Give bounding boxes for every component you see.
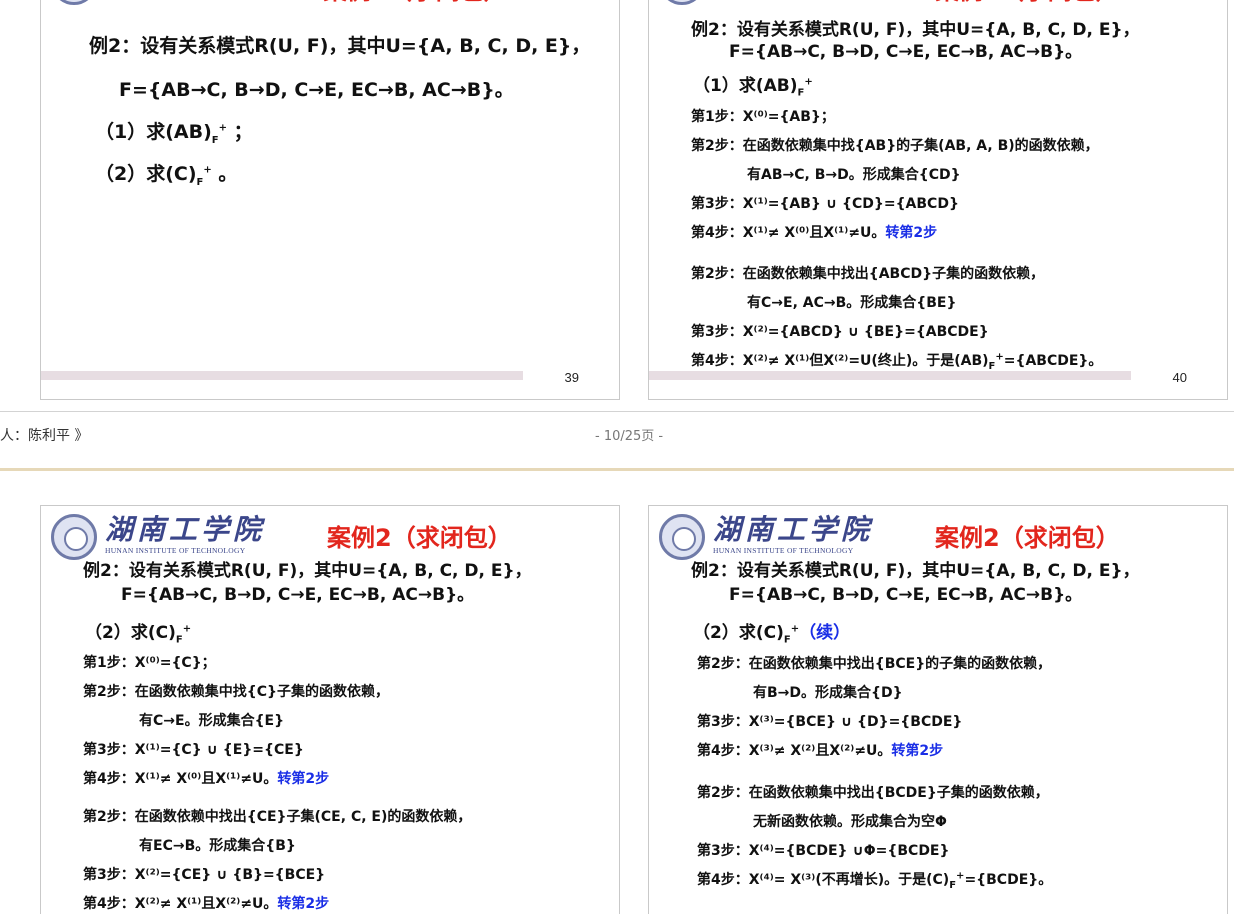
school-seal-icon [659, 514, 705, 560]
school-logo: 湖南工学院 HUNAN INSTITUTE OF TECHNOLOGY [51, 514, 265, 560]
step-line: 第2步：在函数依赖集中找出{BCDE}子集的函数依赖， [697, 785, 1049, 801]
step-line: 第1步：X⁽⁰⁾={AB}； [691, 109, 835, 125]
step-line: 有C→E。形成集合{E} [139, 713, 285, 729]
school-logo: 湖南工学院 HUNAN INSTITUTE OF TECHNOLOGY [659, 0, 873, 5]
step-line: 第2步：在函数依赖集中找出{ABCD}子集的函数依赖， [691, 266, 1045, 282]
page-indicator: - 10/25页 - [595, 429, 664, 444]
case-title: 案例2（求闭包） [935, 0, 1120, 6]
slide-40: 湖南工学院 HUNAN INSTITUTE OF TECHNOLOGY 案例2（… [648, 0, 1228, 400]
step-line: 第4步：X⁽⁴⁾= X⁽³⁾(不再增长)。于是(C)F+={BCDE}。 [697, 870, 1053, 891]
goto-step2: 转第2步 [277, 896, 330, 912]
page-divider [0, 411, 1234, 412]
goto-step2: 转第2步 [891, 743, 944, 759]
step-line: 第3步：X⁽⁴⁾={BCDE} ∪Φ={BCDE} [697, 843, 950, 859]
school-logo: 湖南工学院 HUNAN INSTITUTE OF TECHNOLOGY [51, 0, 265, 5]
step-line: 第4步：X⁽³⁾≠ X⁽²⁾且X⁽²⁾≠U。转第2步 [697, 743, 944, 759]
fd-set: F={AB→C, B→D, C→E, EC→B, AC→B}。 [119, 79, 514, 101]
step-line: 第2步：在函数依赖集中找{AB}的子集(AB, A, B)的函数依赖， [691, 138, 1099, 154]
step-line: 第4步：X⁽²⁾≠ X⁽¹⁾且X⁽²⁾≠U。转第2步 [83, 896, 330, 912]
slide-39: 湖南工学院 HUNAN INSTITUTE OF TECHNOLOGY 案例2（… [40, 0, 620, 400]
step-line: 第3步：X⁽¹⁾={C} ∪ {E}={CE} [83, 742, 304, 758]
slide-42: 湖南工学院 HUNAN INSTITUTE OF TECHNOLOGY 案例2（… [648, 505, 1228, 914]
goto-step2: 转第2步 [277, 771, 330, 787]
continued-label: （续） [799, 623, 851, 643]
step-line: 第4步：X⁽¹⁾≠ X⁽⁰⁾且X⁽¹⁾≠U。转第2步 [691, 225, 938, 241]
example-statement: 例2：设有关系模式R(U, F)，其中U={A, B, C, D, E}， [691, 561, 1140, 581]
step-line: 第3步：X⁽²⁾={CE} ∪ {B}={BCE} [83, 867, 326, 883]
step-line: 有AB→C, B→D。形成集合{CD} [747, 167, 961, 183]
case-title: 案例2（求闭包） [327, 524, 512, 552]
slide-footer-bar [41, 371, 523, 380]
step-line: 第3步：X⁽³⁾={BCE} ∪ {D}={BCDE} [697, 714, 963, 730]
example-statement: 例2：设有关系模式R(U, F)，其中U={A, B, C, D, E}， [83, 561, 532, 581]
question-heading: （1）求(AB)F+ [693, 76, 813, 99]
fd-set: F={AB→C, B→D, C→E, EC→B, AC→B}。 [729, 585, 1083, 605]
step-line: 有C→E, AC→B。形成集合{BE} [747, 295, 957, 311]
step-line: 无新函数依赖。形成集合为空Φ [753, 814, 947, 830]
fd-set: F={AB→C, B→D, C→E, EC→B, AC→B}。 [121, 585, 475, 605]
step-line: 第3步：X⁽²⁾={ABCD} ∪ {BE}={ABCDE} [691, 324, 989, 340]
step-line: 第4步：X⁽²⁾≠ X⁽¹⁾但X⁽²⁾=U(终止)。于是(AB)F+={ABCD… [691, 351, 1103, 372]
slide-number: 39 [564, 370, 579, 385]
fd-set: F={AB→C, B→D, C→E, EC→B, AC→B}。 [729, 42, 1083, 62]
footer-author: 人：陈利平 》 [0, 428, 89, 444]
step-line: 第2步：在函数依赖集中找出{BCE}的子集的函数依赖， [697, 656, 1052, 672]
slide-number: 40 [1172, 370, 1187, 385]
case-title: 案例2（求闭包） [935, 524, 1120, 552]
step-line: 第2步：在函数依赖中找出{CE}子集(CE, C, E)的函数依赖， [83, 809, 472, 825]
step-line: 有B→D。形成集合{D} [753, 685, 903, 701]
question-1: （1）求(AB)F+ ； [95, 121, 253, 146]
step-line: 第4步：X⁽¹⁾≠ X⁽⁰⁾且X⁽¹⁾≠U。转第2步 [83, 771, 330, 787]
slide-footer-bar [649, 371, 1131, 380]
case-title: 案例2（求闭包） [323, 0, 508, 6]
school-seal-icon [659, 0, 705, 5]
school-seal-icon [51, 0, 97, 5]
question-heading: （2）求(C)F+ [85, 623, 192, 646]
step-line: 第2步：在函数依赖集中找{C}子集的函数依赖， [83, 684, 389, 700]
question-heading: （2）求(C)F+（续） [693, 623, 851, 646]
step-line: 第3步：X⁽¹⁾={AB} ∪ {CD}={ABCD} [691, 196, 959, 212]
school-seal-icon [51, 514, 97, 560]
example-statement: 例2：设有关系模式R(U, F)，其中U={A, B, C, D, E}， [89, 35, 591, 57]
page-separator-band [0, 468, 1234, 471]
logo-name-cn: 湖南工学院 [105, 513, 266, 546]
logo-name-en: HUNAN INSTITUTE OF TECHNOLOGY [105, 546, 246, 555]
question-2: （2）求(C)F+ 。 [95, 163, 238, 188]
logo-name-cn: 湖南工学院 [713, 513, 874, 546]
step-line: 有EC→B。形成集合{B} [139, 838, 296, 854]
step-line: 第1步：X⁽⁰⁾={C}； [83, 655, 216, 671]
goto-step2: 转第2步 [885, 225, 938, 241]
slide-41: 湖南工学院 HUNAN INSTITUTE OF TECHNOLOGY 案例2（… [40, 505, 620, 914]
school-logo: 湖南工学院 HUNAN INSTITUTE OF TECHNOLOGY [659, 514, 873, 560]
logo-name-en: HUNAN INSTITUTE OF TECHNOLOGY [713, 546, 854, 555]
